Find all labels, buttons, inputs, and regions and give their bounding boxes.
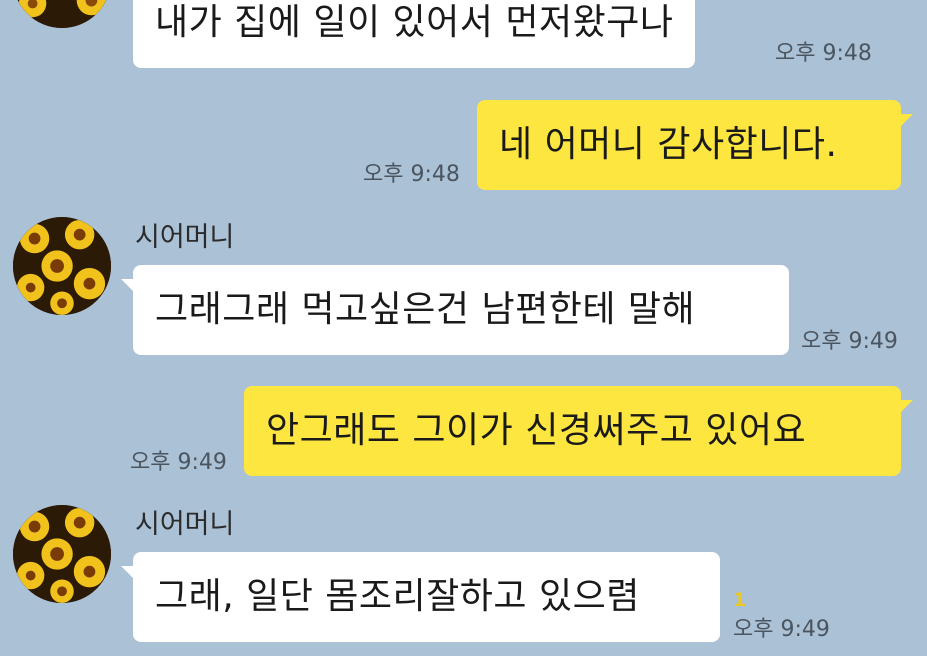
message-bubble[interactable]: 그래그래 먹고싶은건 남편한테 말해 bbox=[121, 265, 789, 355]
sunflower-avatar-icon bbox=[13, 0, 111, 28]
message-bubble[interactable]: 내가 집에 일이 있어서 먼저왔구나 bbox=[133, 0, 696, 68]
sender-name: 시어머니 bbox=[135, 222, 235, 253]
message-bubble[interactable]: 네 어머니 감사합니다. bbox=[477, 100, 913, 190]
message-time: 오후 9:49 bbox=[801, 329, 898, 354]
avatar[interactable] bbox=[13, 505, 111, 603]
message-time: 오후 9:49 bbox=[130, 450, 227, 475]
message-bubble[interactable]: 그래, 일단 몸조리잘하고 있으렴 bbox=[121, 552, 720, 642]
message-text: 그래, 일단 몸조리잘하고 있으렴 bbox=[155, 576, 640, 617]
avatar[interactable] bbox=[13, 0, 111, 28]
sunflower-avatar-icon bbox=[13, 505, 111, 603]
message-text: 네 어머니 감사합니다. bbox=[499, 124, 838, 165]
message-time: 오후 9:48 bbox=[775, 41, 872, 66]
message-text: 내가 집에 일이 있어서 먼저왔구나 bbox=[155, 2, 674, 43]
avatar[interactable] bbox=[13, 217, 111, 315]
message-bubble[interactable]: 안그래도 그이가 신경써주고 있어요 bbox=[244, 386, 913, 476]
message-time: 오후 9:48 bbox=[363, 162, 460, 187]
message-time: 오후 9:49 bbox=[733, 617, 830, 642]
message-text: 그래그래 먹고싶은건 남편한테 말해 bbox=[155, 289, 696, 330]
sunflower-avatar-icon bbox=[13, 217, 111, 315]
message-text: 안그래도 그이가 신경써주고 있어요 bbox=[266, 410, 807, 451]
unread-count: 1 bbox=[733, 589, 747, 611]
sender-name: 시어머니 bbox=[135, 509, 235, 540]
